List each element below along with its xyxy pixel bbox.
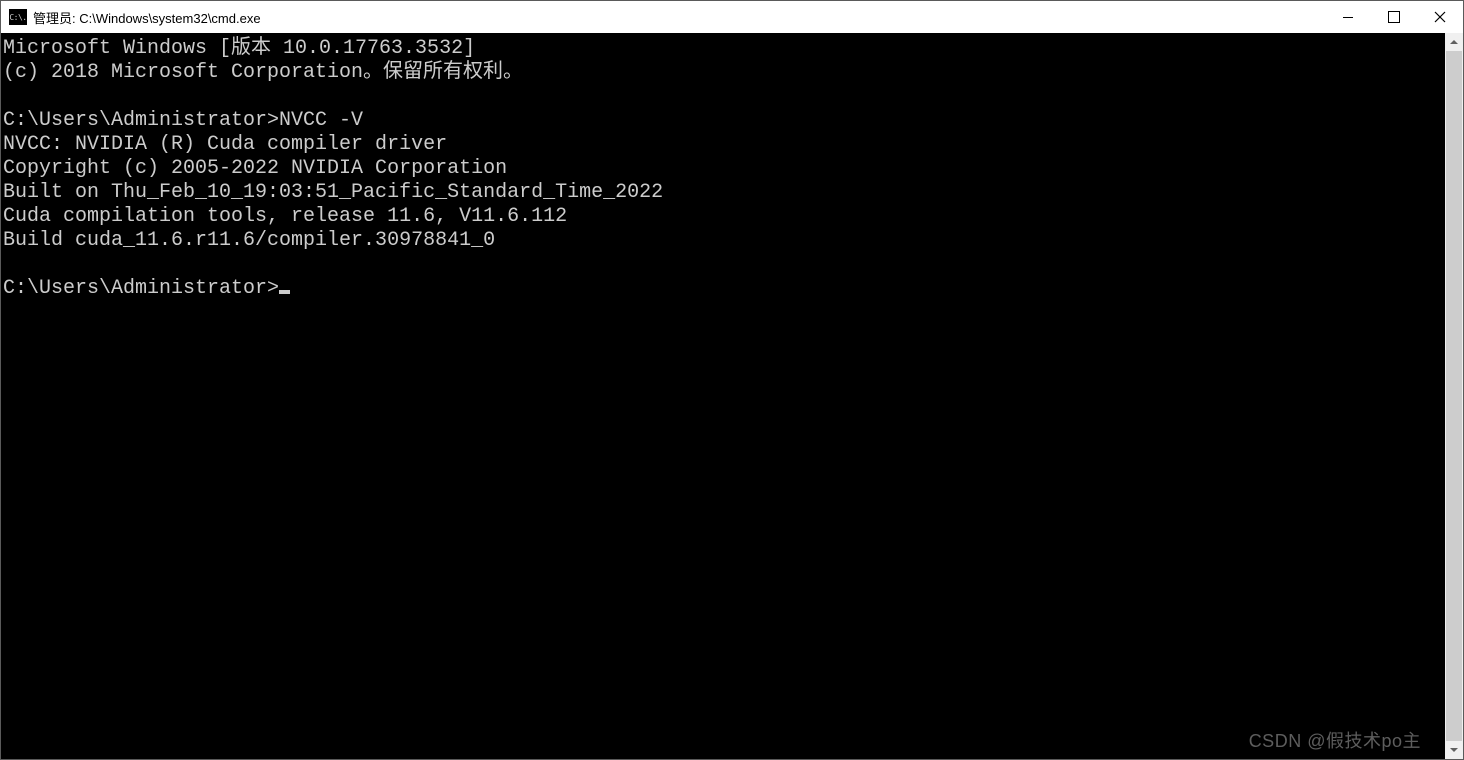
terminal-line: Copyright (c) 2005-2022 NVIDIA Corporati… (3, 157, 507, 180)
close-button[interactable] (1417, 1, 1463, 33)
terminal-area: Microsoft Windows [版本 10.0.17763.3532] (… (1, 33, 1463, 759)
window-title: 管理员: C:\Windows\system32\cmd.exe (33, 8, 261, 27)
terminal-line: C:\Users\Administrator> (3, 277, 279, 300)
scroll-down-button[interactable] (1445, 741, 1463, 759)
chevron-down-icon (1449, 745, 1459, 755)
terminal-cursor (279, 290, 290, 294)
scroll-up-button[interactable] (1445, 33, 1463, 51)
watermark: CSDN @假技术po主 (1249, 729, 1421, 753)
terminal-line: Cuda compilation tools, release 11.6, V1… (3, 205, 567, 228)
scrollbar-thumb[interactable] (1446, 51, 1462, 741)
scrollbar-track[interactable] (1445, 51, 1463, 741)
terminal-line: Built on Thu_Feb_10_19:03:51_Pacific_Sta… (3, 181, 663, 204)
terminal-line: NVCC: NVIDIA (R) Cuda compiler driver (3, 133, 447, 156)
terminal-line: C:\Users\Administrator>NVCC -V (3, 109, 363, 132)
close-icon (1434, 11, 1446, 23)
chevron-up-icon (1449, 37, 1459, 47)
terminal-line: (c) 2018 Microsoft Corporation。保留所有权利。 (3, 61, 523, 84)
titlebar[interactable]: C:\. 管理员: C:\Windows\system32\cmd.exe (1, 1, 1463, 33)
terminal-output[interactable]: Microsoft Windows [版本 10.0.17763.3532] (… (1, 33, 1445, 759)
maximize-button[interactable] (1371, 1, 1417, 33)
cmd-icon: C:\. (9, 9, 27, 25)
cmd-window: C:\. 管理员: C:\Windows\system32\cmd.exe Mi… (0, 0, 1464, 760)
vertical-scrollbar[interactable] (1445, 33, 1463, 759)
minimize-button[interactable] (1325, 1, 1371, 33)
terminal-line: Microsoft Windows [版本 10.0.17763.3532] (3, 37, 475, 60)
terminal-line: Build cuda_11.6.r11.6/compiler.30978841_… (3, 229, 495, 252)
